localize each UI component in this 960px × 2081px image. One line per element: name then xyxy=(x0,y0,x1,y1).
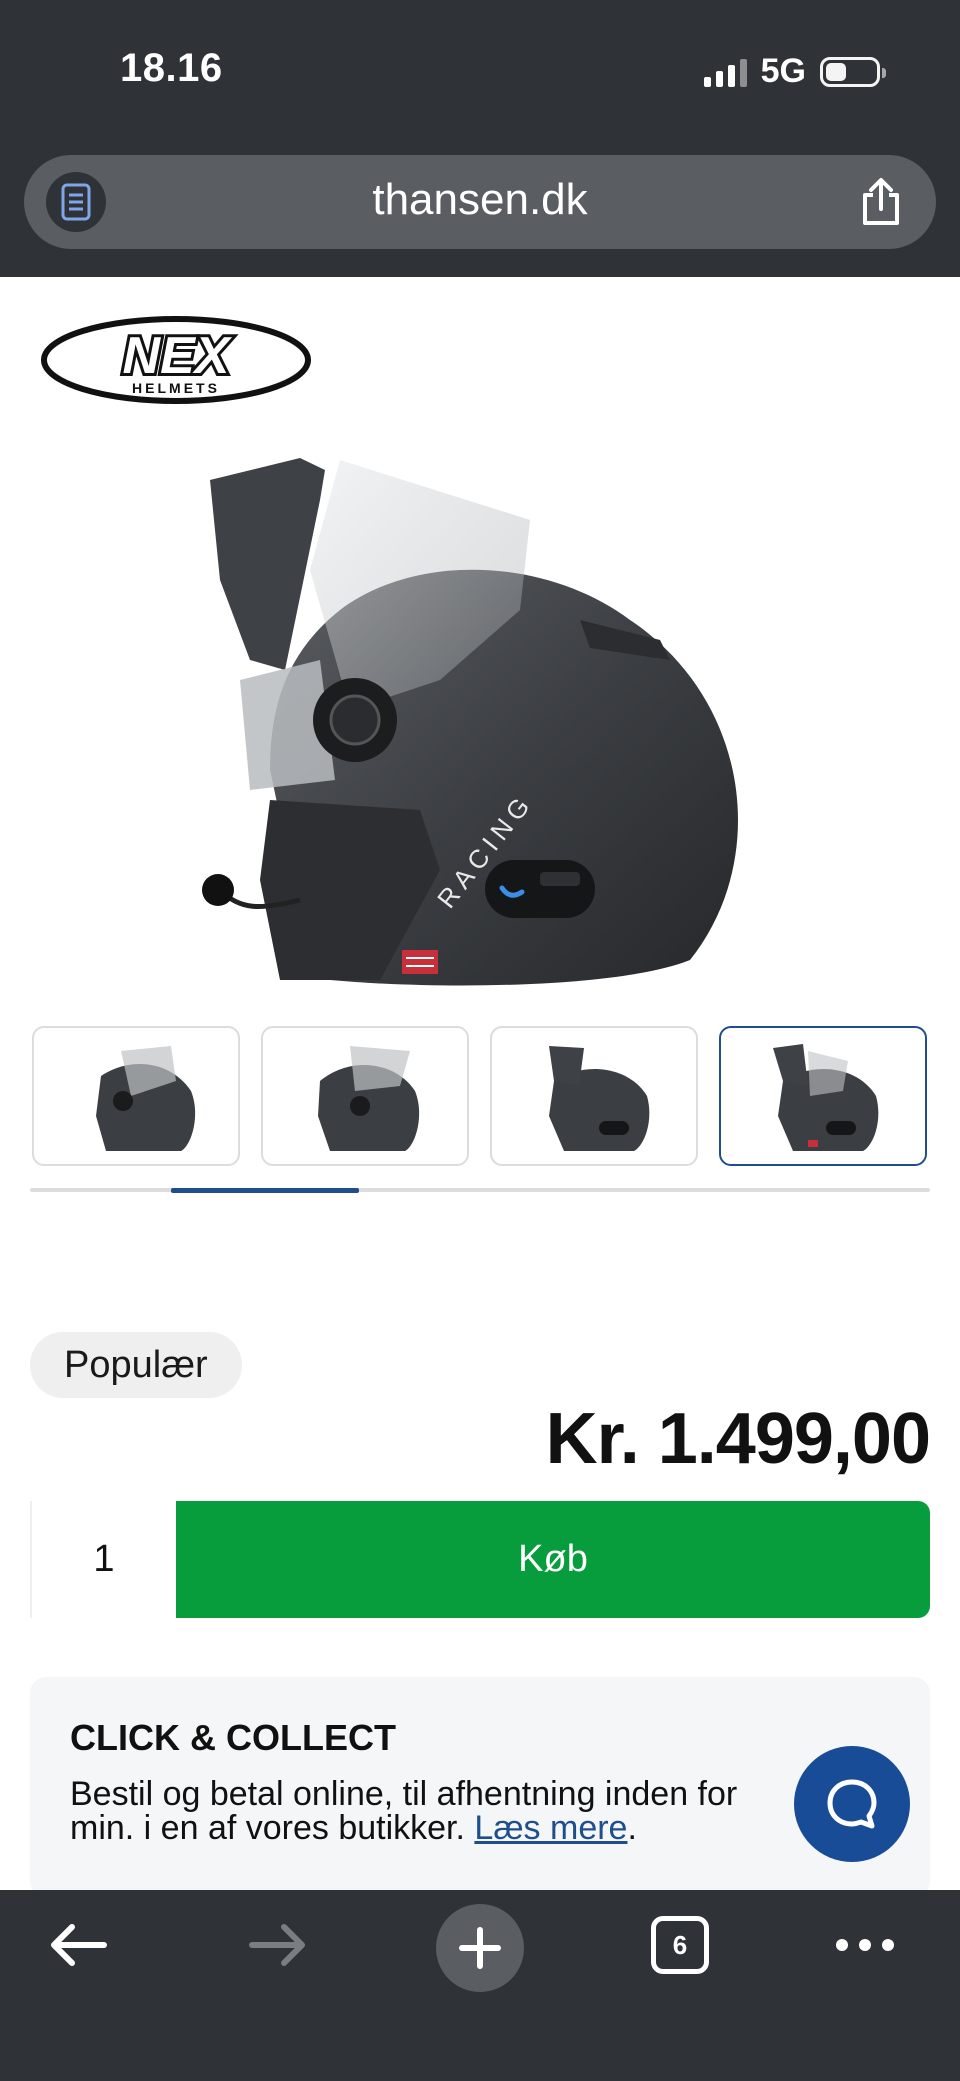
browser-bottom-toolbar: 6 xyxy=(0,1890,960,2081)
product-price: Kr. 1.499,00 xyxy=(545,1399,931,1479)
tabs-icon[interactable]: 6 xyxy=(648,1890,712,2000)
quantity-field[interactable]: 1 xyxy=(30,1501,176,1618)
thumbnail-strip xyxy=(32,1026,928,1166)
read-more-link[interactable]: Læs mere xyxy=(474,1809,627,1845)
network-type: 5G xyxy=(760,52,806,90)
click-collect-box: CLICK & COLLECT Bestil og betal online, … xyxy=(30,1677,930,1897)
buy-button[interactable]: Køb xyxy=(176,1501,930,1618)
click-collect-line2: min. i en af vores butikker. xyxy=(70,1809,465,1845)
share-icon[interactable] xyxy=(850,171,912,233)
click-collect-text: Bestil og betal online, til afhentning i… xyxy=(70,1777,830,1845)
new-tab-button[interactable] xyxy=(436,1890,524,2000)
more-icon[interactable] xyxy=(830,1890,900,2000)
thumbnail-scrollbar[interactable] xyxy=(30,1188,930,1193)
address-bar[interactable]: thansen.dk xyxy=(24,155,936,249)
thumbnail-scroll-indicator[interactable] xyxy=(171,1188,359,1193)
popular-badge: Populær xyxy=(30,1332,242,1398)
url-text[interactable]: thansen.dk xyxy=(24,175,936,225)
status-indicators: 5G xyxy=(703,52,886,91)
product-image[interactable]: RACING xyxy=(190,440,770,1005)
browser-top-chrome: 18.16 5G thansen.dk xyxy=(0,0,960,277)
back-arrow-icon[interactable] xyxy=(38,1890,118,2000)
thumbnail-3[interactable] xyxy=(490,1026,698,1166)
thumbnail-1[interactable] xyxy=(32,1026,240,1166)
thumbnail-4[interactable] xyxy=(719,1026,927,1166)
signal-icon xyxy=(703,57,747,87)
plus-icon[interactable] xyxy=(436,1904,524,1992)
status-time: 18.16 xyxy=(120,46,223,90)
brand-logo: NEX HELMETS xyxy=(40,315,312,410)
click-collect-suffix: . xyxy=(627,1809,637,1845)
thumbnail-2[interactable] xyxy=(261,1026,469,1166)
brand-logo-text: NEX xyxy=(123,327,233,385)
forward-arrow-icon[interactable] xyxy=(238,1890,318,2000)
click-collect-line1: Bestil og betal online, til afhentning i… xyxy=(70,1777,738,1813)
battery-icon xyxy=(820,56,886,87)
chat-bubble-icon[interactable] xyxy=(794,1746,910,1862)
click-collect-title: CLICK & COLLECT xyxy=(70,1717,396,1758)
brand-logo-subtext: HELMETS xyxy=(132,380,220,396)
tab-count[interactable]: 6 xyxy=(651,1916,709,1974)
